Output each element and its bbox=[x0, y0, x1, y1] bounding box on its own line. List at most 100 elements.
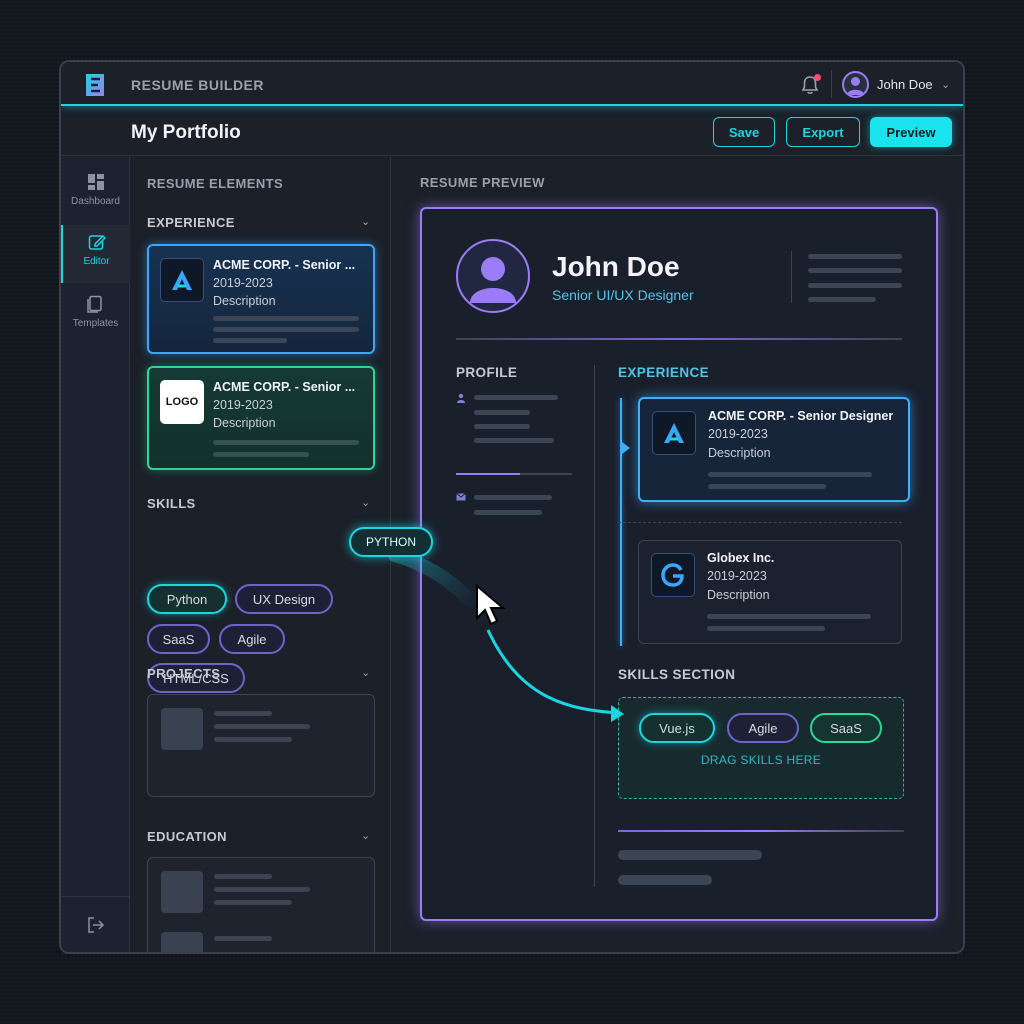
save-button[interactable]: Save bbox=[713, 117, 775, 147]
skills-heading: SKILLS SECTION bbox=[618, 667, 736, 682]
card-years: 2019-2023 bbox=[213, 276, 273, 290]
experience-title: Globex Inc. bbox=[707, 551, 775, 565]
section-skills-title: SKILLS bbox=[147, 496, 196, 511]
chevron-down-icon[interactable]: ⌄ bbox=[361, 829, 370, 842]
preview-title: RESUME PREVIEW bbox=[420, 175, 545, 190]
placeholder-line bbox=[808, 297, 876, 302]
placeholder-line bbox=[618, 875, 712, 885]
dashboard-icon bbox=[87, 174, 104, 190]
chevron-down-icon[interactable]: ⌄ bbox=[941, 78, 950, 91]
progress-track bbox=[456, 473, 572, 475]
skill-chip[interactable]: Vue.js bbox=[639, 713, 715, 743]
company-logo-a bbox=[652, 411, 696, 455]
chevron-down-icon[interactable]: ⌄ bbox=[361, 666, 370, 679]
notification-badge bbox=[814, 74, 821, 81]
divider bbox=[618, 830, 904, 832]
company-logo-placeholder: LOGO bbox=[160, 380, 204, 424]
separator bbox=[618, 522, 902, 523]
column-divider bbox=[594, 365, 595, 887]
skill-chip[interactable]: Python bbox=[147, 584, 227, 614]
placeholder-line bbox=[213, 327, 359, 332]
dragged-skill-chip[interactable]: PYTHON bbox=[349, 527, 433, 557]
resume-name: John Doe bbox=[552, 251, 680, 282]
export-button[interactable]: Export bbox=[786, 117, 860, 147]
experience-heading: EXPERIENCE bbox=[618, 365, 710, 380]
card-years: 2019-2023 bbox=[213, 398, 273, 412]
placeholder-line bbox=[214, 936, 272, 941]
placeholder-line bbox=[474, 424, 530, 429]
placeholder-line bbox=[474, 395, 558, 400]
skill-chip[interactable]: Agile bbox=[219, 624, 285, 654]
user-avatar[interactable] bbox=[842, 71, 869, 98]
section-education-title: EDUCATION bbox=[147, 829, 227, 844]
edit-icon bbox=[88, 234, 106, 250]
company-logo-a bbox=[160, 258, 204, 302]
user-name[interactable]: John Doe bbox=[877, 77, 933, 92]
placeholder-line bbox=[808, 254, 902, 259]
skill-chip[interactable]: SaaS bbox=[810, 713, 882, 743]
experience-title: ACME CORP. - Senior Designer bbox=[708, 409, 894, 423]
section-experience-title: EXPERIENCE bbox=[147, 215, 235, 230]
chevron-down-icon[interactable]: ⌄ bbox=[361, 215, 370, 228]
experience-years: 2019-2023 bbox=[707, 569, 767, 583]
profile-heading: PROFILE bbox=[456, 365, 518, 380]
placeholder-line bbox=[474, 410, 530, 415]
timeline-marker bbox=[622, 442, 630, 454]
page-header: My Portfolio Save Export Preview bbox=[61, 108, 963, 156]
chevron-down-icon[interactable]: ⌄ bbox=[361, 496, 370, 509]
card-title: ACME CORP. - Senior ... bbox=[213, 380, 356, 394]
placeholder-line bbox=[214, 874, 272, 879]
resume-experience-card[interactable]: Globex Inc. 2019-2023 Description bbox=[638, 540, 902, 644]
placeholder-line bbox=[214, 737, 292, 742]
nav-item-editor[interactable]: Editor bbox=[61, 225, 130, 283]
placeholder-line bbox=[707, 626, 825, 631]
experience-description: Description bbox=[707, 588, 770, 602]
placeholder-line bbox=[808, 283, 902, 288]
mail-icon bbox=[456, 493, 466, 501]
placeholder-line bbox=[213, 452, 309, 457]
divider bbox=[791, 251, 792, 303]
placeholder-line bbox=[214, 887, 310, 892]
app-title: RESUME BUILDER bbox=[131, 77, 265, 93]
nav-item-templates[interactable]: Templates bbox=[61, 287, 130, 345]
placeholder-line bbox=[474, 438, 554, 443]
logout-icon bbox=[88, 917, 105, 933]
nav-item-dashboard[interactable]: Dashboard bbox=[61, 165, 130, 223]
experience-card[interactable]: LOGO ACME CORP. - Senior ... 2019-2023 D… bbox=[147, 366, 375, 470]
top-bar: RESUME BUILDER John Doe ⌄ bbox=[61, 62, 963, 106]
resume-preview: John Doe Senior UI/UX Designer PROFILE E… bbox=[420, 207, 938, 921]
placeholder-line bbox=[474, 495, 552, 500]
section-projects-title: PROJECTS bbox=[147, 666, 221, 681]
placeholder-line bbox=[214, 900, 292, 905]
placeholder-line bbox=[708, 472, 872, 477]
skill-chip[interactable]: SaaS bbox=[147, 624, 210, 654]
skill-chip[interactable]: UX Design bbox=[235, 584, 333, 614]
nav-rail: Dashboard Editor Templates bbox=[61, 157, 130, 952]
skills-drop-zone[interactable]: Vue.js Agile SaaS DRAG SKILLS HERE bbox=[618, 697, 904, 799]
panel-title: RESUME ELEMENTS bbox=[147, 176, 284, 191]
placeholder-line bbox=[474, 510, 542, 515]
profile-avatar bbox=[456, 239, 530, 313]
drop-hint: DRAG SKILLS HERE bbox=[700, 753, 822, 767]
card-description: Description bbox=[213, 294, 276, 308]
preview-button[interactable]: Preview bbox=[870, 117, 952, 147]
logout-button[interactable] bbox=[61, 896, 130, 952]
experience-card[interactable]: ACME CORP. - Senior ... 2019-2023 Descri… bbox=[147, 244, 375, 354]
education-thumbnail bbox=[161, 932, 203, 952]
nav-label: Editor bbox=[83, 256, 110, 267]
education-card[interactable] bbox=[147, 857, 375, 952]
progress-fill bbox=[456, 473, 520, 475]
placeholder-line bbox=[707, 614, 871, 619]
resume-experience-card[interactable]: ACME CORP. - Senior Designer 2019-2023 D… bbox=[638, 397, 910, 502]
elements-panel: RESUME ELEMENTS EXPERIENCE ⌄ ACME CORP. … bbox=[131, 157, 391, 952]
education-thumbnail bbox=[161, 871, 203, 913]
placeholder-line bbox=[808, 268, 902, 273]
templates-icon bbox=[86, 295, 102, 313]
skill-chip[interactable]: Agile bbox=[727, 713, 799, 743]
divider bbox=[456, 338, 902, 340]
placeholder-line bbox=[618, 850, 762, 860]
page-title: My Portfolio bbox=[131, 122, 241, 143]
project-card[interactable] bbox=[147, 694, 375, 797]
divider bbox=[831, 70, 832, 98]
project-thumbnail bbox=[161, 708, 203, 750]
